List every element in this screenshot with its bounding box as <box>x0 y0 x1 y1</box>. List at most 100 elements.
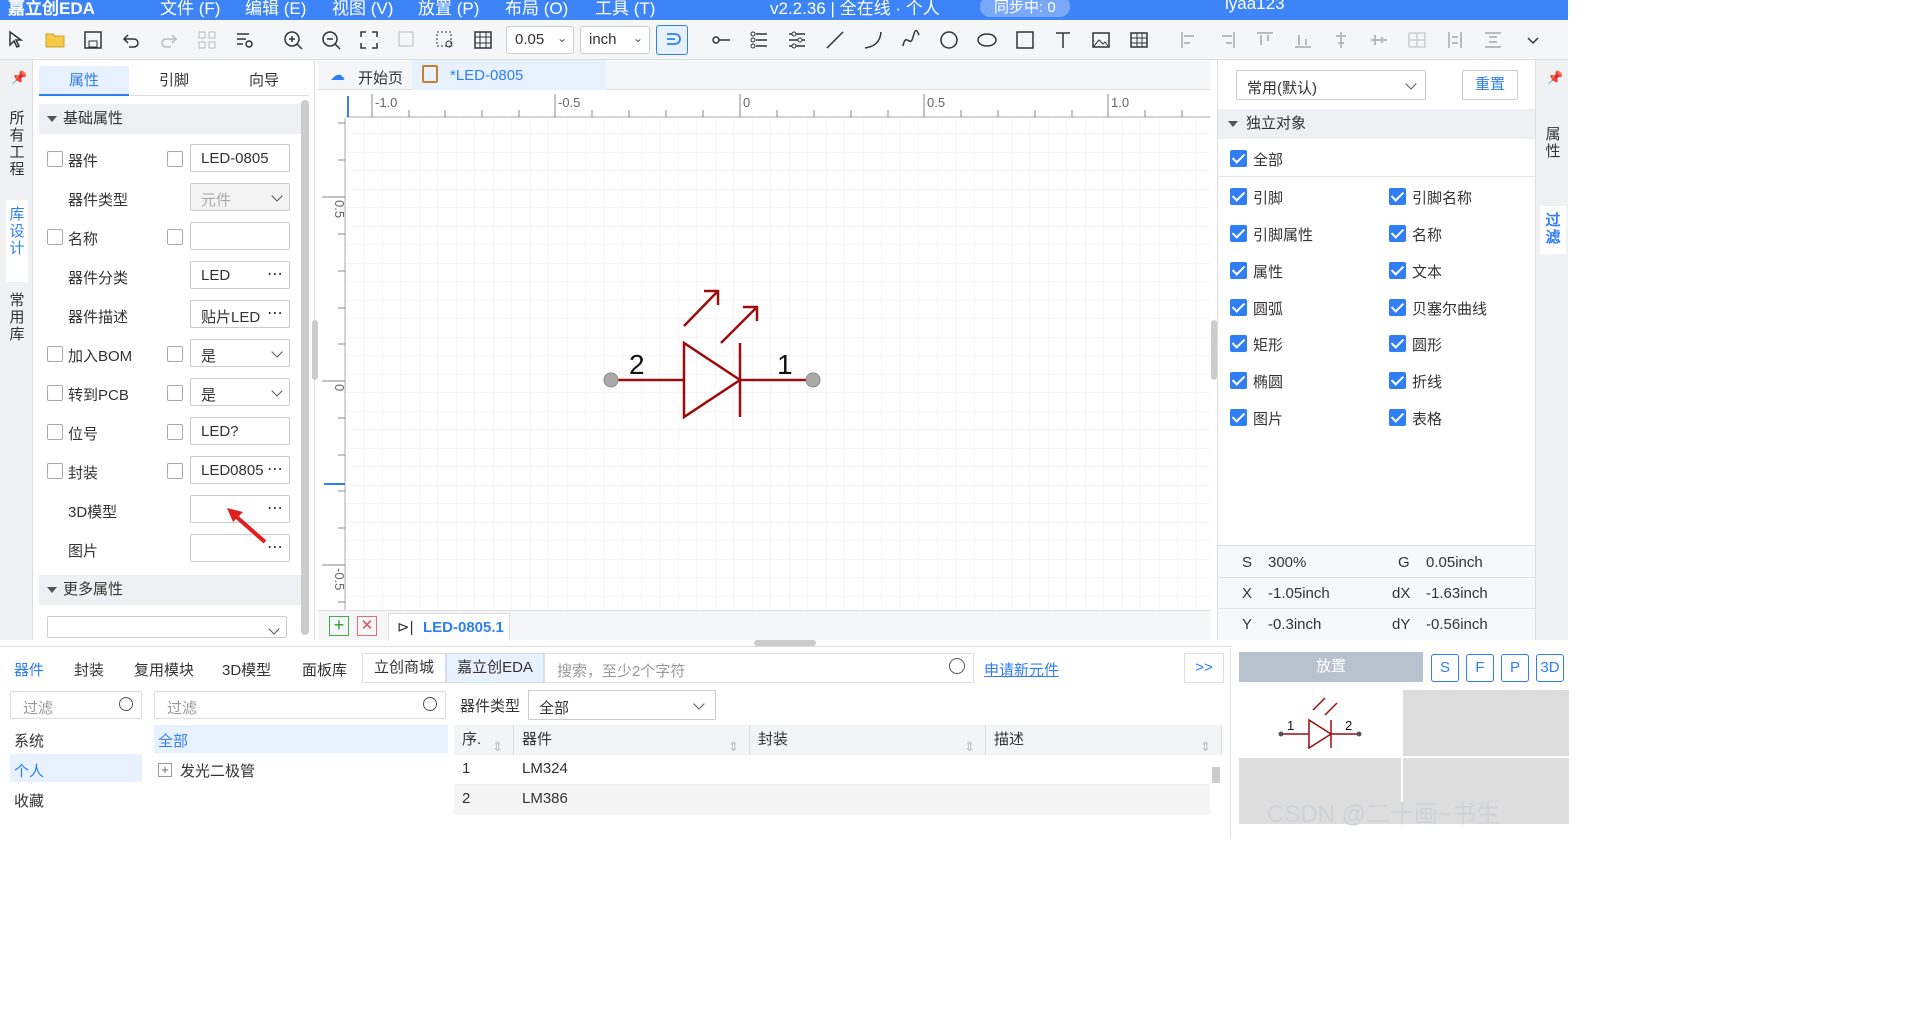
sheet-tab-led-0805[interactable]: ⊳| LED-0805.1 <box>388 613 510 641</box>
arc-tool-icon[interactable] <box>860 27 886 53</box>
category-all[interactable]: 全部 <box>158 730 188 751</box>
filter-checkbox[interactable] <box>1230 299 1247 316</box>
value-checkbox[interactable] <box>167 151 183 167</box>
filter-input-left[interactable]: 过滤 <box>10 691 142 719</box>
add-sheet-icon[interactable]: + <box>329 616 349 636</box>
pin-2-endpoint[interactable] <box>603 372 619 388</box>
bezier-tool-icon[interactable] <box>898 27 924 53</box>
filter-input-category[interactable]: 过滤 <box>154 691 446 719</box>
preview-footprint-button[interactable]: F <box>1466 654 1494 682</box>
lib-tab-reuse-modules[interactable]: 复用模块 <box>134 659 194 680</box>
filter-checkbox[interactable] <box>1230 409 1247 426</box>
circle-tool-icon[interactable] <box>936 27 962 53</box>
reset-button[interactable]: 重置 <box>1462 70 1518 100</box>
zoom-out-icon[interactable] <box>318 27 344 53</box>
row-checkbox[interactable] <box>47 463 63 479</box>
lib-scope-personal[interactable]: 个人 <box>14 760 44 781</box>
filter-all-checkbox[interactable] <box>1230 150 1247 167</box>
add-bom-select[interactable]: 是 <box>190 339 290 367</box>
filter-checkbox[interactable] <box>1389 225 1406 242</box>
section-basic-properties[interactable]: 基础属性 <box>39 104 301 134</box>
more-properties-select[interactable] <box>47 616 287 638</box>
tab-pins[interactable]: 引脚 <box>129 66 219 96</box>
align-center-h-icon[interactable] <box>1328 27 1354 53</box>
name-input[interactable] <box>190 222 290 250</box>
rect-tool-icon[interactable] <box>1012 27 1038 53</box>
filter-checkbox[interactable] <box>1230 372 1247 389</box>
canvas-svg[interactable]: -1.0 -0.5 0 0.5 1.0 0.5 0 -0.5 2 1 <box>318 90 1210 610</box>
to-pcb-select[interactable]: 是 <box>190 378 290 406</box>
search-icon[interactable] <box>949 658 965 674</box>
preview-3d-button[interactable]: 3D <box>1536 654 1564 682</box>
ellipse-tool-icon[interactable] <box>974 27 1000 53</box>
place-button[interactable]: 放置 <box>1239 652 1423 682</box>
distribute-h-icon[interactable] <box>1404 27 1430 53</box>
table-row[interactable]: 2 LM386 <box>454 785 1210 815</box>
tab-all-projects[interactable]: 所有工程 <box>6 110 28 178</box>
device-type-filter-select[interactable]: 全部 <box>528 690 716 720</box>
distribute-grid-icon[interactable] <box>1480 27 1506 53</box>
tab-led-0805[interactable]: *LED-0805 <box>412 60 606 90</box>
filter-checkbox[interactable] <box>1389 299 1406 316</box>
description-input[interactable]: 贴片LED ⋯ <box>190 300 290 328</box>
undo-icon[interactable] <box>118 27 144 53</box>
value-checkbox[interactable] <box>167 424 183 440</box>
designator-input[interactable]: LED? <box>190 417 290 445</box>
filter-checkbox[interactable] <box>1230 262 1247 279</box>
tab-common-library[interactable]: 常用库 <box>6 292 28 343</box>
text-tool-icon[interactable] <box>1050 27 1076 53</box>
line-tool-icon[interactable] <box>822 27 848 53</box>
distribute-v-icon[interactable] <box>1442 27 1468 53</box>
pin-icon[interactable]: 📌 <box>1547 70 1563 86</box>
row-checkbox[interactable] <box>47 385 63 401</box>
lib-tab-devices[interactable]: 器件 <box>14 659 44 680</box>
menu-layout[interactable]: 布局 (O) <box>505 0 568 19</box>
grid-layout-icon[interactable] <box>194 27 220 53</box>
find-list-icon[interactable] <box>232 27 258 53</box>
user-name[interactable]: lyaa123 <box>1225 0 1285 14</box>
value-checkbox[interactable] <box>167 229 183 245</box>
unit-select[interactable]: inch ⌄ <box>580 26 650 54</box>
preview-symbol-button[interactable]: S <box>1431 654 1459 682</box>
grid-icon[interactable] <box>470 27 496 53</box>
device-name-input[interactable]: LED-0805 <box>190 144 290 172</box>
tab-properties[interactable]: 属性 <box>39 66 129 96</box>
column-header-description[interactable]: 描述 ⇕ <box>986 725 1222 755</box>
menu-edit[interactable]: 编辑 (E) <box>245 0 306 19</box>
schematic-canvas[interactable]: -1.0 -0.5 0 0.5 1.0 0.5 0 -0.5 2 1 <box>318 90 1210 610</box>
tab-filter[interactable]: 过滤 <box>1542 212 1564 246</box>
menu-tools[interactable]: 工具 (T) <box>595 0 655 19</box>
source-lcsc-tab[interactable]: 立创商城 <box>362 653 446 683</box>
redo-icon[interactable] <box>156 27 182 53</box>
row-checkbox[interactable] <box>47 229 63 245</box>
panel-scrollbar[interactable] <box>301 100 309 635</box>
lib-scope-favorites[interactable]: 收藏 <box>14 790 44 811</box>
lib-scope-system[interactable]: 系统 <box>14 730 44 751</box>
pin-pair-icon[interactable] <box>784 27 810 53</box>
filter-checkbox[interactable] <box>1389 335 1406 352</box>
preview-pcb-button[interactable]: P <box>1501 654 1529 682</box>
align-left-icon[interactable] <box>1176 27 1202 53</box>
source-jlc-eda-tab[interactable]: 嘉立创EDA <box>446 653 544 683</box>
table-tool-icon[interactable] <box>1126 27 1152 53</box>
pin-1-endpoint[interactable] <box>805 372 821 388</box>
align-right-icon[interactable] <box>1214 27 1240 53</box>
snap-toggle-icon[interactable] <box>656 25 688 55</box>
save-icon[interactable] <box>80 27 106 53</box>
expand-button[interactable]: >> <box>1184 653 1224 683</box>
filter-preset-select[interactable]: 常用(默认) <box>1236 70 1426 100</box>
select-tool-icon[interactable] <box>4 27 30 53</box>
fit-view-icon[interactable] <box>356 27 382 53</box>
search-icon[interactable] <box>423 697 437 711</box>
tab-library-design[interactable]: 库设计 <box>6 206 28 257</box>
value-checkbox[interactable] <box>167 346 183 362</box>
row-checkbox[interactable] <box>47 424 63 440</box>
row-checkbox[interactable] <box>47 346 63 362</box>
lib-tab-footprints[interactable]: 封装 <box>74 659 104 680</box>
value-checkbox[interactable] <box>167 463 183 479</box>
device-type-select[interactable]: 元件 <box>190 183 290 211</box>
pin-icon[interactable]: 📌 <box>11 70 27 86</box>
section-more-properties[interactable]: 更多属性 <box>39 575 301 605</box>
image-tool-icon[interactable] <box>1088 27 1114 53</box>
lib-tab-3d-models[interactable]: 3D模型 <box>222 659 271 680</box>
